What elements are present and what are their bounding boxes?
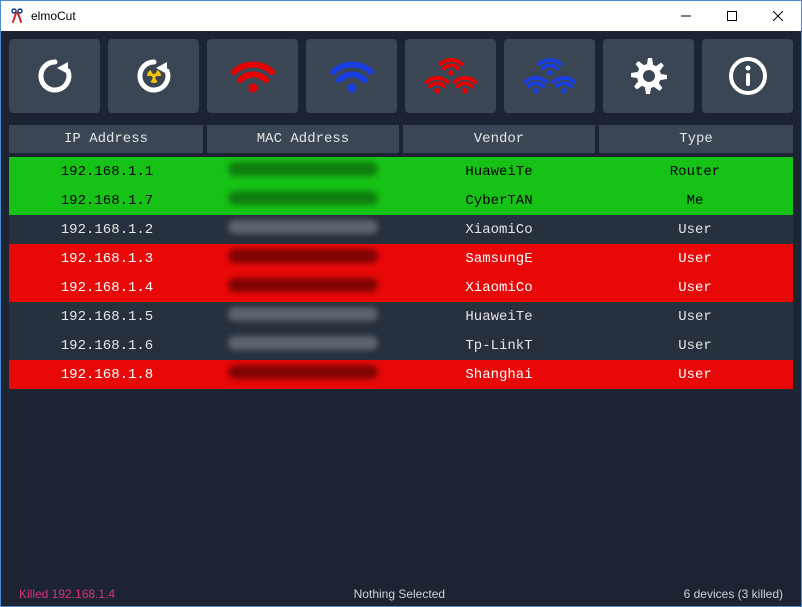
cell-vendor: CyberTAN	[401, 186, 597, 215]
info-icon	[727, 55, 769, 97]
status-left: Killed 192.168.1.4	[19, 587, 115, 601]
scan-button[interactable]	[108, 39, 199, 113]
window-title: elmoCut	[31, 9, 76, 23]
wifi-red-icon	[228, 54, 278, 98]
cell-mac	[205, 244, 401, 273]
cell-type: User	[597, 215, 793, 244]
cell-mac	[205, 215, 401, 244]
wifi-blue-multi-icon	[522, 52, 578, 100]
cell-mac	[205, 155, 401, 186]
cell-ip: 192.168.1.2	[9, 215, 205, 244]
cell-vendor: SamsungE	[401, 244, 597, 273]
table-row[interactable]: 192.168.1.6 Tp-LinkTUser	[9, 331, 793, 360]
about-button[interactable]	[702, 39, 793, 113]
cell-vendor: Tp-LinkT	[401, 331, 597, 360]
cell-type: Me	[597, 186, 793, 215]
close-button[interactable]	[755, 1, 801, 31]
cell-vendor: HuaweiTe	[401, 155, 597, 186]
refresh-button[interactable]	[9, 39, 100, 113]
status-right: 6 devices (3 killed)	[684, 587, 783, 601]
cut-all-button[interactable]	[405, 39, 496, 113]
col-ip[interactable]: IP Address	[9, 125, 205, 155]
app-window: elmoCut	[0, 0, 802, 607]
table-row[interactable]: 192.168.1.4 XiaomiCoUser	[9, 273, 793, 302]
uncut-all-button[interactable]	[504, 39, 595, 113]
cell-ip: 192.168.1.1	[9, 155, 205, 186]
cell-type: User	[597, 331, 793, 360]
mac-redacted	[228, 249, 378, 263]
table-row[interactable]: 192.168.1.3 SamsungEUser	[9, 244, 793, 273]
device-table-container: IP Address MAC Address Vendor Type 192.1…	[9, 123, 793, 582]
cell-ip: 192.168.1.6	[9, 331, 205, 360]
col-type[interactable]: Type	[597, 125, 793, 155]
cell-mac	[205, 302, 401, 331]
maximize-button[interactable]	[709, 1, 755, 31]
cut-one-button[interactable]	[207, 39, 298, 113]
table-header-row: IP Address MAC Address Vendor Type	[9, 125, 793, 155]
status-center: Nothing Selected	[115, 587, 684, 601]
cell-mac	[205, 273, 401, 302]
titlebar: elmoCut	[1, 1, 801, 31]
gear-icon	[628, 55, 670, 97]
table-row[interactable]: 192.168.1.8 ShanghaiUser	[9, 360, 793, 389]
toolbar	[9, 39, 793, 113]
mac-redacted	[228, 162, 378, 176]
cell-ip: 192.168.1.4	[9, 273, 205, 302]
mac-redacted	[228, 336, 378, 350]
col-vendor[interactable]: Vendor	[401, 125, 597, 155]
status-bar: Killed 192.168.1.4 Nothing Selected 6 de…	[9, 582, 793, 606]
device-table[interactable]: IP Address MAC Address Vendor Type 192.1…	[9, 125, 793, 389]
mac-redacted	[228, 278, 378, 292]
cell-vendor: Shanghai	[401, 360, 597, 389]
cell-vendor: XiaomiCo	[401, 215, 597, 244]
cell-vendor: HuaweiTe	[401, 302, 597, 331]
cell-type: User	[597, 273, 793, 302]
cell-mac	[205, 360, 401, 389]
cell-type: Router	[597, 155, 793, 186]
app-icon	[9, 8, 25, 24]
cell-ip: 192.168.1.5	[9, 302, 205, 331]
cell-type: User	[597, 244, 793, 273]
cell-vendor: XiaomiCo	[401, 273, 597, 302]
client-area: IP Address MAC Address Vendor Type 192.1…	[1, 31, 801, 606]
cell-ip: 192.168.1.7	[9, 186, 205, 215]
table-row[interactable]: 192.168.1.5 HuaweiTeUser	[9, 302, 793, 331]
refresh-icon	[33, 54, 77, 98]
cell-mac	[205, 186, 401, 215]
cell-type: User	[597, 302, 793, 331]
mac-redacted	[228, 220, 378, 234]
wifi-red-multi-icon	[423, 52, 479, 100]
settings-button[interactable]	[603, 39, 694, 113]
mac-redacted	[228, 365, 378, 379]
cell-ip: 192.168.1.3	[9, 244, 205, 273]
wifi-blue-icon	[327, 54, 377, 98]
table-row[interactable]: 192.168.1.2 XiaomiCoUser	[9, 215, 793, 244]
cell-type: User	[597, 360, 793, 389]
cell-ip: 192.168.1.8	[9, 360, 205, 389]
mac-redacted	[228, 191, 378, 205]
cell-mac	[205, 331, 401, 360]
uncut-one-button[interactable]	[306, 39, 397, 113]
mac-redacted	[228, 307, 378, 321]
minimize-button[interactable]	[663, 1, 709, 31]
radiation-refresh-icon	[132, 54, 176, 98]
table-row[interactable]: 192.168.1.1 HuaweiTeRouter	[9, 155, 793, 186]
table-row[interactable]: 192.168.1.7 CyberTANMe	[9, 186, 793, 215]
col-mac[interactable]: MAC Address	[205, 125, 401, 155]
